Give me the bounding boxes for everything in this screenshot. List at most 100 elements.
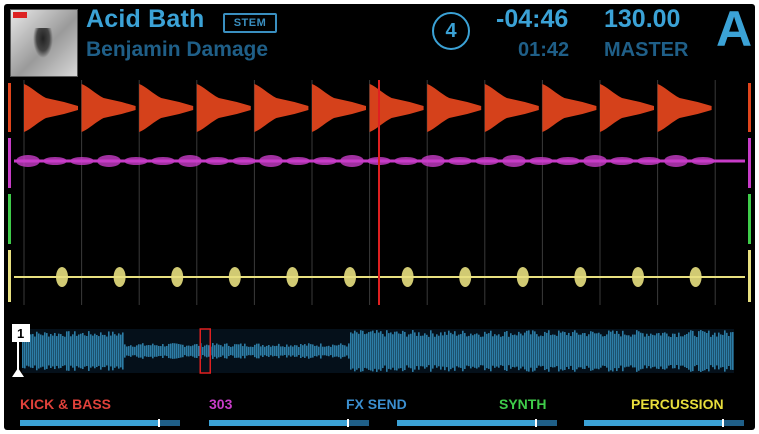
overview-waveform-column: [514, 334, 516, 368]
overview-waveform-column: [502, 336, 504, 366]
overview-waveform-column: [576, 332, 578, 370]
synth-303-waveform-segment: [232, 157, 256, 165]
stem-volume-fill: [20, 420, 158, 426]
kick-bass-waveform-segment: [427, 84, 482, 132]
stem-volume-bar[interactable]: [584, 419, 744, 427]
overview-waveform-column: [548, 330, 550, 372]
overview-waveform-column: [444, 331, 446, 371]
lane-303-right-marker: [748, 138, 751, 188]
overview-waveform-column: [612, 330, 614, 372]
stem-label-synth[interactable]: SYNTH: [499, 396, 546, 412]
overview-waveform-column: [662, 332, 664, 370]
overview-waveform-column: [36, 331, 38, 371]
overview-waveform-column: [592, 331, 594, 371]
overview-waveform-column: [352, 333, 354, 369]
overview-waveform-column: [726, 332, 728, 370]
overview-waveform-column: [408, 334, 410, 368]
overview-waveform-column: [486, 333, 488, 369]
overview-waveform-column: [380, 331, 382, 371]
stem-label-303[interactable]: 303: [209, 396, 232, 412]
stem-waveforms[interactable]: [4, 80, 755, 305]
overview-waveform-column: [624, 334, 626, 368]
overview-waveform-column: [510, 333, 512, 369]
overview-waveform-column: [194, 344, 196, 358]
waveform-canvas[interactable]: [4, 80, 755, 305]
stem-label-fx-send[interactable]: FX SEND: [346, 396, 407, 412]
overview-waveform-column: [500, 336, 502, 366]
overview-waveform-column: [720, 334, 722, 368]
overview-waveform-column: [72, 334, 74, 368]
percussion-waveform-segment: [56, 267, 68, 287]
lane-fx-send-left-marker: [8, 194, 11, 244]
overview-waveform-column: [228, 345, 230, 357]
overview-waveform-column: [708, 330, 710, 372]
overview-waveform-column: [664, 332, 666, 370]
overview-waveform-column: [366, 333, 368, 369]
overview-waveform-column: [462, 330, 464, 372]
lane-303-left-marker: [8, 138, 11, 188]
stem-volume-knob[interactable]: [721, 419, 724, 427]
overview-waveform-column: [76, 335, 78, 367]
overview-waveform-column: [702, 331, 704, 371]
overview-waveform-column: [160, 346, 162, 356]
overview-waveform-column: [388, 333, 390, 369]
overview-waveform-column: [680, 336, 682, 366]
synth-303-waveform-segment: [205, 157, 229, 165]
overview-waveform-column: [394, 331, 396, 371]
synth-303-waveform-segment: [151, 157, 175, 165]
overview-waveform-column: [580, 334, 582, 368]
stem-volume-knob[interactable]: [346, 419, 349, 427]
overview-waveform-column: [682, 336, 684, 366]
overview-waveform-column: [572, 332, 574, 370]
overview-waveform-column: [606, 334, 608, 368]
overview-waveform-column: [568, 332, 570, 370]
stem-label-percussion[interactable]: PERCUSSION: [631, 396, 724, 412]
overview-waveform-column: [546, 332, 548, 370]
overview-waveform-column: [136, 345, 138, 357]
overview-waveform-column: [118, 333, 120, 369]
overview-waveform-column: [162, 344, 164, 358]
overview-waveform-column: [220, 345, 222, 357]
overview-waveform-column: [494, 334, 496, 368]
overview-waveform-column: [46, 333, 48, 369]
overview-waveform-column: [170, 343, 172, 359]
overview-waveform-column: [230, 346, 232, 356]
overview-waveform-column: [30, 334, 32, 368]
overview-waveform-column: [574, 330, 576, 372]
stem-volume-knob[interactable]: [157, 419, 160, 427]
synth-303-waveform-segment: [286, 157, 310, 165]
overview-waveform-column: [342, 344, 344, 358]
overview-waveform-column: [478, 334, 480, 368]
overview-waveform-column: [474, 334, 476, 368]
overview-waveform-column: [132, 346, 134, 356]
overview-waveform-column: [512, 335, 514, 367]
overview-waveform-column: [496, 335, 498, 367]
overview-waveform-column: [454, 331, 456, 371]
overview-waveform-column: [552, 334, 554, 368]
overview-waveform-column: [156, 345, 158, 357]
stem-volume-bar[interactable]: [397, 419, 557, 427]
stem-volume-knob[interactable]: [534, 419, 537, 427]
overview-waveform-column: [636, 330, 638, 372]
overview-waveform-column: [60, 334, 62, 368]
overview-waveform-column: [324, 346, 326, 356]
overview-waveform-column: [306, 345, 308, 357]
overview-waveform-column: [712, 334, 714, 368]
overview-waveform-column: [386, 330, 388, 372]
overview-waveform-column: [256, 343, 258, 359]
synth-303-waveform-segment: [637, 157, 661, 165]
synth-303-waveform-segment: [43, 157, 67, 165]
stem-volume-bar[interactable]: [209, 419, 369, 427]
overview-waveform-column: [422, 335, 424, 367]
stem-volume-bar[interactable]: [20, 419, 180, 427]
overview-waveform-column: [498, 334, 500, 368]
kick-bass-waveform-segment: [81, 84, 136, 132]
track-overview[interactable]: 1: [4, 321, 755, 379]
overview-waveform-column: [728, 335, 730, 367]
overview-waveform-column: [472, 335, 474, 367]
overview-waveform-column: [678, 332, 680, 370]
stem-label-kick-bass[interactable]: KICK & BASS: [20, 396, 111, 412]
overview-waveform[interactable]: 1: [4, 321, 755, 379]
overview-waveform-column: [378, 332, 380, 370]
overview-waveform-column: [198, 345, 200, 357]
